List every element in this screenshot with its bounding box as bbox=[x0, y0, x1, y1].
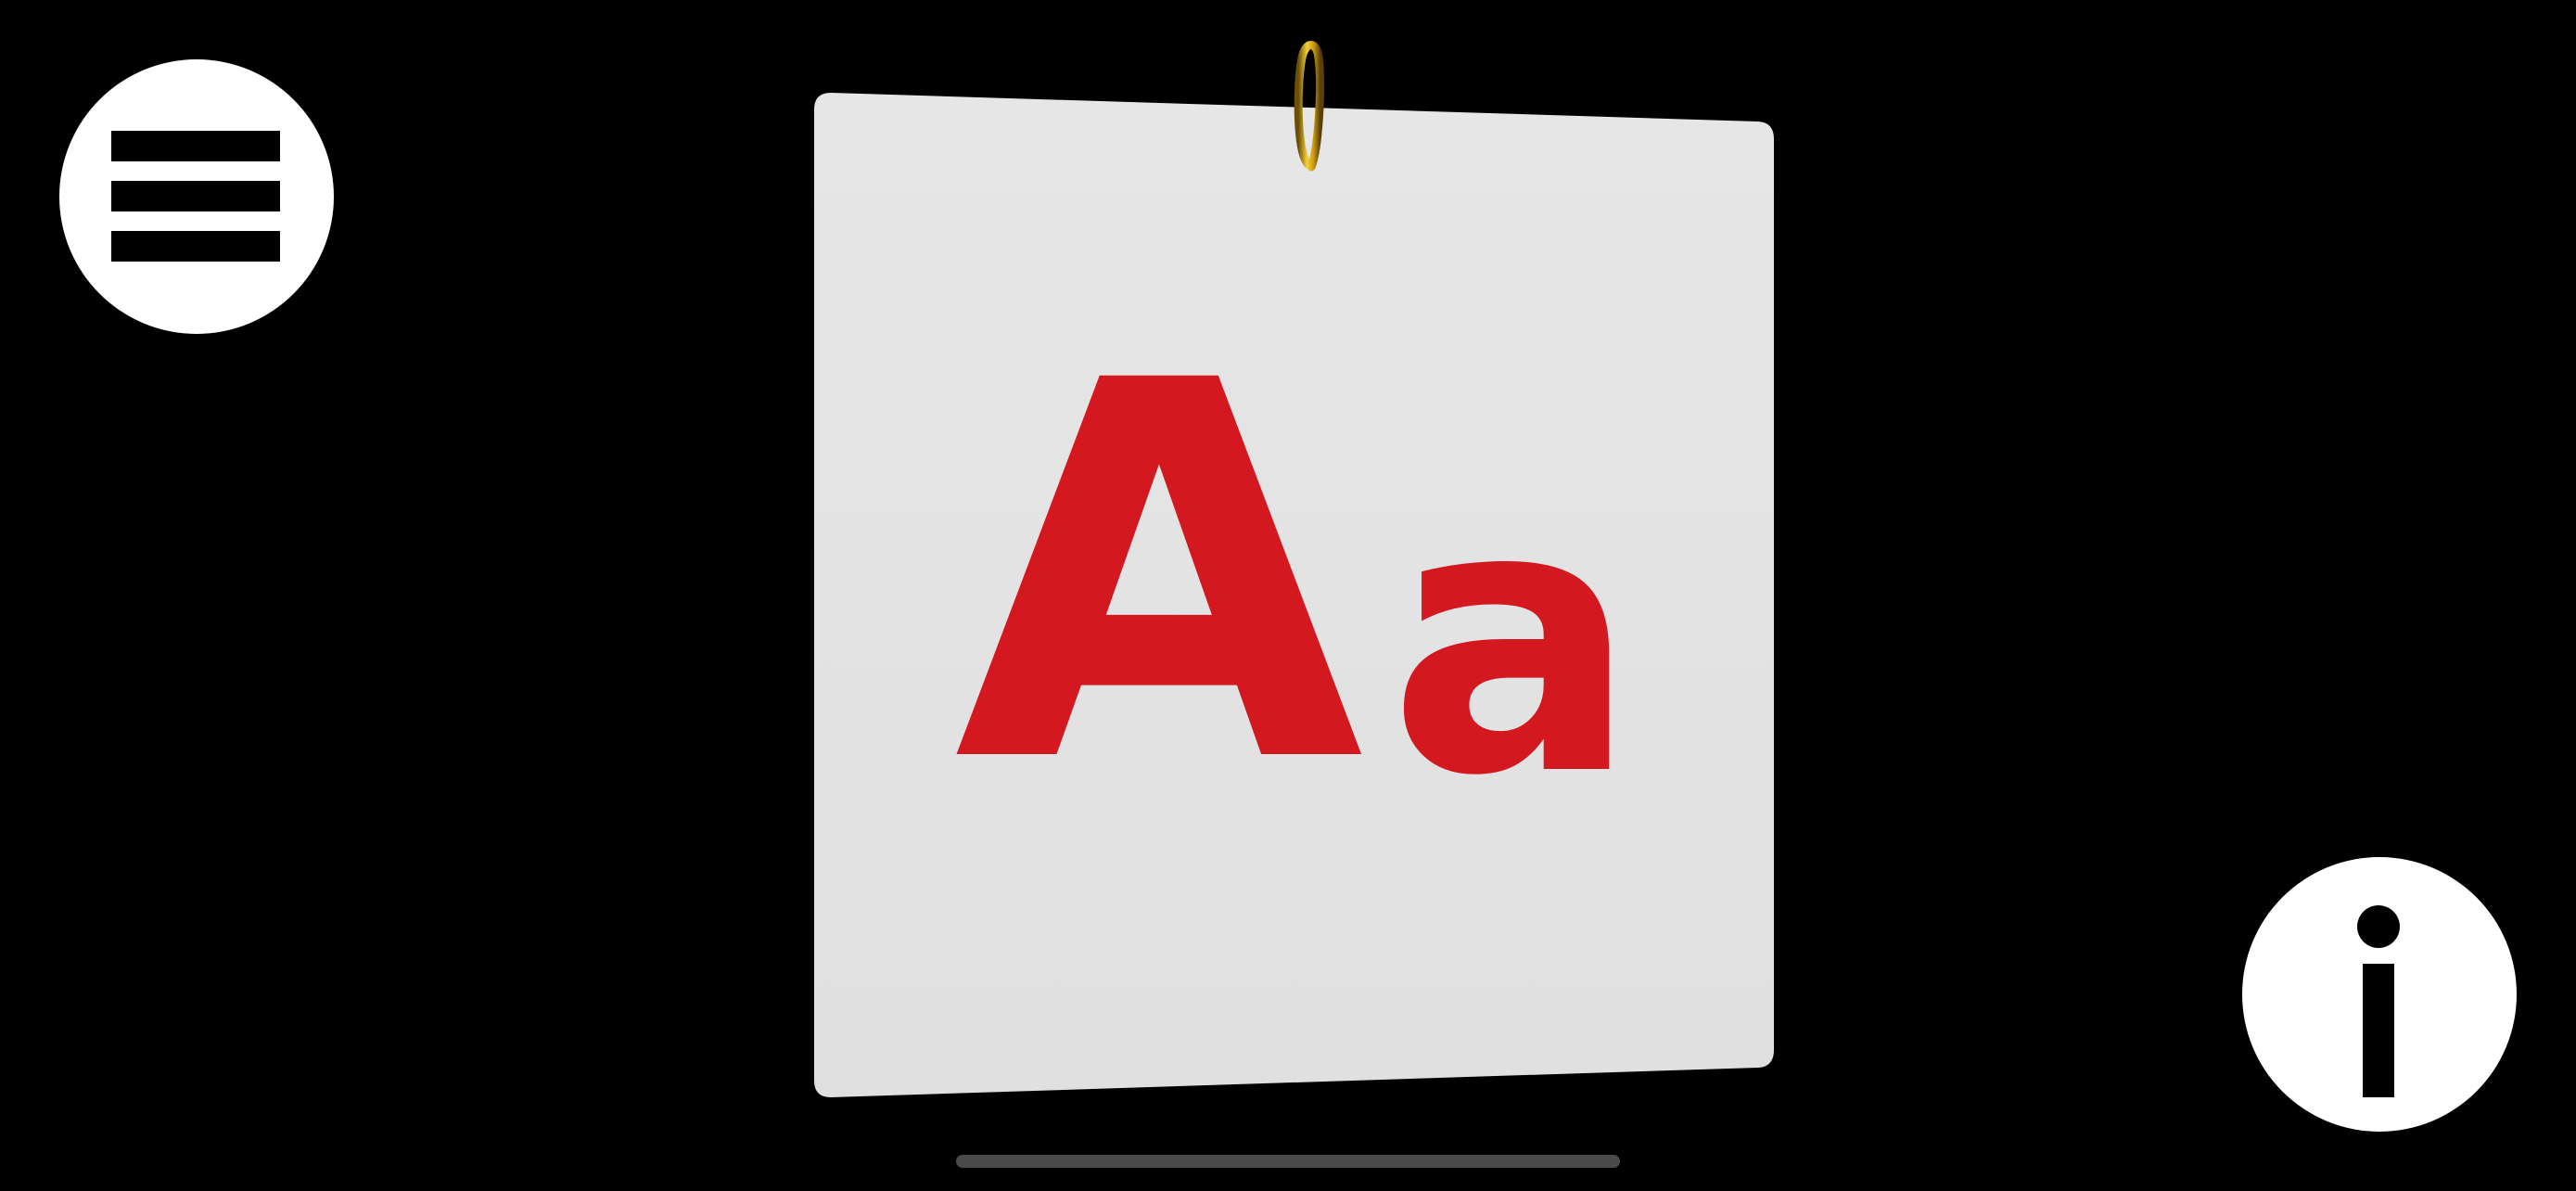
info-button[interactable] bbox=[2242, 857, 2517, 1132]
flash-card[interactable]: A a bbox=[0, 0, 2576, 1191]
home-indicator[interactable] bbox=[956, 1155, 1620, 1168]
info-icon-dot bbox=[2357, 905, 2400, 948]
flash-card-shape bbox=[814, 41, 1774, 1097]
app-screen: A a bbox=[0, 0, 2576, 1191]
card-face bbox=[814, 93, 1774, 1097]
info-icon-stem bbox=[2363, 964, 2394, 1097]
